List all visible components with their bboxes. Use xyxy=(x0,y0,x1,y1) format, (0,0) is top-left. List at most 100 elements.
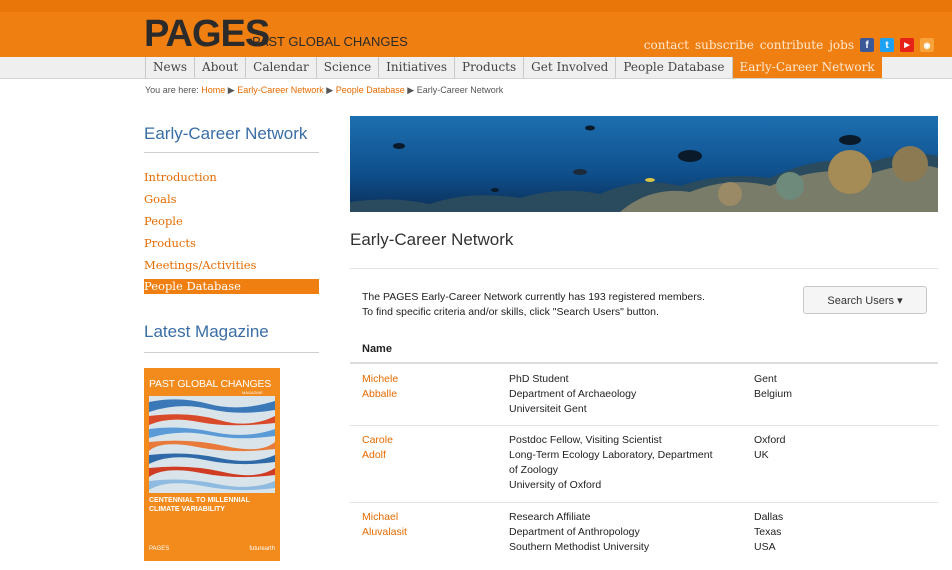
twitter-icon[interactable]: t xyxy=(880,38,894,52)
table-header-divider xyxy=(350,362,938,364)
affiliation-line: Long-Term Ecology Laboratory, Department xyxy=(509,449,713,461)
sidebar-item-label: Products xyxy=(144,236,196,250)
member-count-intro: The PAGES Early-Career Network currently… xyxy=(362,290,705,320)
breadcrumb: You are here: Home ▶ Early-Career Networ… xyxy=(145,85,503,96)
member-first-name: Michael xyxy=(362,511,399,523)
member-affiliation: PhD Student Department of Archaeology Univ… xyxy=(509,372,734,417)
table-header-name: Name xyxy=(362,343,392,355)
breadcrumb-early-career[interactable]: Early-Career Network xyxy=(237,85,324,95)
member-last-name: Adolf xyxy=(362,449,386,461)
breadcrumb-separator-icon: ▶ xyxy=(407,85,415,95)
magazine-cover[interactable]: PAST GLOBAL CHANGES MAGAZINE CENTENNIAL … xyxy=(144,368,280,561)
sidebar-item-people[interactable]: People xyxy=(144,213,319,235)
rss-icon[interactable]: ◉ xyxy=(920,38,934,52)
cover-title: PAST GLOBAL CHANGES xyxy=(149,378,272,390)
sidebar-item-goals[interactable]: Goals xyxy=(144,191,319,213)
affiliation-line: Department of Archaeology xyxy=(509,388,637,400)
breadcrumb-prefix: You are here: xyxy=(145,85,199,95)
table-row: Michele Abballe PhD Student Department of A… xyxy=(350,372,938,432)
affiliation-line: Universiteit Gent xyxy=(509,403,587,415)
affiliation-line: Research Affiliate xyxy=(509,511,591,523)
youtube-icon[interactable]: ▶ xyxy=(900,38,914,52)
member-affiliation: Research Affiliate Department of Anthropo… xyxy=(509,510,734,555)
sidebar: Early-Career Network Introduction Goals Pe… xyxy=(144,120,319,561)
breadcrumb-separator-icon: ▶ xyxy=(326,85,334,95)
affiliation-line: of Zoology xyxy=(509,464,559,476)
nav-item-initiatives[interactable]: Initiatives xyxy=(378,57,454,78)
intro-line-2: To find specific criteria and/or skills,… xyxy=(362,306,659,318)
member-location: Dallas Texas USA xyxy=(754,510,783,555)
sidebar-item-label: Meetings/Activities xyxy=(144,258,257,272)
sidebar-item-label: People Database xyxy=(144,279,319,294)
row-divider xyxy=(350,502,938,503)
logo-subtitle: PAST GLOBAL CHANGES xyxy=(252,34,408,49)
affiliation-line: University of Oxford xyxy=(509,479,602,491)
magazine-heading: Latest Magazine xyxy=(144,322,269,341)
cover-artwork xyxy=(149,396,275,493)
member-name-link[interactable]: Michele Abballe xyxy=(362,372,398,402)
location-line: Gent xyxy=(754,373,777,385)
member-last-name: Aluvalasit xyxy=(362,526,407,538)
table-row: Michael Aluvalasit Research Affiliate Depar… xyxy=(350,510,938,570)
breadcrumb-separator-icon: ▶ xyxy=(227,85,235,95)
location-line: Belgium xyxy=(754,388,792,400)
sidebar-item-introduction[interactable]: Introduction xyxy=(144,169,319,191)
title-divider xyxy=(350,268,938,269)
main-nav: News About Calendar Science Initiatives Produ… xyxy=(0,57,952,79)
sidebar-item-meetings-activities[interactable]: Meetings/Activities xyxy=(144,257,319,279)
location-line: Oxford xyxy=(754,434,786,446)
breadcrumb-people-database[interactable]: People Database xyxy=(336,85,405,95)
contact-link[interactable]: contact xyxy=(644,38,689,52)
nav-item-early-career-network[interactable]: Early-Career Network xyxy=(731,57,882,78)
affiliation-line: Southern Methodist University xyxy=(509,541,650,553)
cover-footer-right: futurearth xyxy=(249,546,275,552)
nav-item-calendar[interactable]: Calendar xyxy=(245,57,316,78)
sidebar-item-people-database[interactable]: People Database xyxy=(144,279,319,301)
table-row: Carole Adolf Postdoc Fellow, Visiting Scie… xyxy=(350,433,938,493)
location-line: UK xyxy=(754,449,769,461)
affiliation-line: Department of Anthropology xyxy=(509,526,640,538)
member-first-name: Michele xyxy=(362,373,399,385)
cover-footer-left: PAGES xyxy=(149,546,170,552)
intro-line-1: The PAGES Early-Career Network currently… xyxy=(362,291,705,303)
breadcrumb-current: Early-Career Network xyxy=(416,85,504,95)
magazine-divider xyxy=(144,352,319,353)
facebook-icon[interactable]: f xyxy=(860,38,874,52)
page-title: Early-Career Network xyxy=(350,230,514,249)
search-users-button[interactable]: Search Users ▾ xyxy=(803,286,927,314)
contribute-link[interactable]: contribute xyxy=(760,38,823,52)
sidebar-item-label: Goals xyxy=(144,192,177,206)
jobs-link[interactable]: jobs xyxy=(829,38,854,52)
main-nav-items: News About Calendar Science Initiatives Produ… xyxy=(145,57,882,78)
member-location: Oxford UK xyxy=(754,433,786,463)
sidebar-item-label: People xyxy=(144,214,183,228)
member-last-name: Abballe xyxy=(362,388,398,400)
sidebar-title: Early-Career Network xyxy=(144,124,308,143)
hero-reef-image xyxy=(350,116,938,212)
sidebar-divider xyxy=(144,152,319,153)
member-name-link[interactable]: Michael Aluvalasit xyxy=(362,510,407,540)
utility-links: contact subscribe contribute jobs f t ▶ … xyxy=(644,38,934,52)
nav-item-science[interactable]: Science xyxy=(315,57,378,78)
nav-item-people-database[interactable]: People Database xyxy=(615,57,731,78)
subscribe-link[interactable]: subscribe xyxy=(695,38,754,52)
nav-item-get-involved[interactable]: Get Involved xyxy=(523,57,615,78)
nav-item-about[interactable]: About xyxy=(194,57,245,78)
sidebar-menu: Introduction Goals People Products Meetings/… xyxy=(144,169,319,301)
affiliation-line: PhD Student xyxy=(509,373,569,385)
location-line: Dallas xyxy=(754,511,784,523)
member-name-link[interactable]: Carole Adolf xyxy=(362,433,393,463)
nav-item-news[interactable]: News xyxy=(145,57,194,78)
member-affiliation: Postdoc Fellow, Visiting Scientist Long-T… xyxy=(509,433,734,493)
breadcrumb-home[interactable]: Home xyxy=(201,85,225,95)
member-location: Gent Belgium xyxy=(754,372,792,402)
cover-headline: CENTENNIAL TO MILLENNIAL CLIMATE VARIABI… xyxy=(149,497,250,513)
location-line: USA xyxy=(754,541,776,553)
member-first-name: Carole xyxy=(362,434,393,446)
sidebar-item-products[interactable]: Products xyxy=(144,235,319,257)
nav-item-products[interactable]: Products xyxy=(454,57,523,78)
cover-subtitle: MAGAZINE xyxy=(242,390,263,395)
location-line: Texas xyxy=(754,526,782,538)
logo-mark: PAGES xyxy=(144,13,270,55)
header-top-band xyxy=(0,0,952,12)
